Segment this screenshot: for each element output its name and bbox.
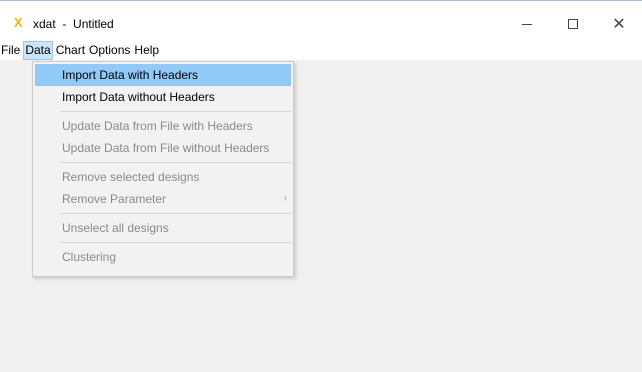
close-icon: ✕ bbox=[612, 14, 626, 33]
maximize-icon bbox=[568, 19, 578, 29]
menu-file[interactable]: File bbox=[0, 41, 21, 60]
menu-bar: File Data Chart Options Help bbox=[0, 41, 642, 60]
menu-chart[interactable]: Chart bbox=[55, 41, 86, 60]
menu-item-label: Remove Parameter bbox=[62, 192, 167, 206]
window-controls: ✕ bbox=[504, 9, 642, 39]
chevron-right-icon: › bbox=[283, 193, 287, 204]
menu-separator bbox=[60, 111, 291, 112]
menu-item-remove-parameter[interactable]: Remove Parameter › bbox=[35, 188, 291, 210]
data-dropdown-menu: Import Data with Headers Import Data wit… bbox=[32, 61, 294, 277]
app-name: xdat bbox=[33, 17, 56, 31]
minimize-icon bbox=[522, 23, 532, 25]
maximize-button[interactable] bbox=[550, 9, 596, 39]
xdat-app-icon: X bbox=[14, 15, 23, 30]
close-button[interactable]: ✕ bbox=[596, 9, 642, 39]
window-title: xdat - Untitled bbox=[33, 17, 114, 31]
menu-help[interactable]: Help bbox=[133, 41, 160, 60]
minimize-button[interactable] bbox=[504, 9, 550, 39]
menu-options[interactable]: Options bbox=[88, 41, 131, 60]
menu-item-update-without-headers[interactable]: Update Data from File without Headers bbox=[35, 137, 291, 159]
app-window: X xdat - Untitled ✕ File Data Chart Opti… bbox=[0, 0, 642, 372]
menu-separator bbox=[60, 242, 291, 243]
document-name: Untitled bbox=[73, 17, 114, 31]
menu-item-unselect-all-designs[interactable]: Unselect all designs bbox=[35, 217, 291, 239]
menu-item-import-with-headers[interactable]: Import Data with Headers bbox=[35, 64, 291, 86]
menu-separator bbox=[60, 213, 291, 214]
menu-item-remove-selected-designs[interactable]: Remove selected designs bbox=[35, 166, 291, 188]
title-separator: - bbox=[62, 17, 67, 31]
menu-item-import-without-headers[interactable]: Import Data without Headers bbox=[35, 86, 291, 108]
menu-data[interactable]: Data bbox=[23, 41, 53, 60]
menu-separator bbox=[60, 162, 291, 163]
title-bar[interactable]: X xdat - Untitled ✕ bbox=[0, 1, 642, 41]
menu-item-clustering[interactable]: Clustering bbox=[35, 246, 291, 268]
menu-item-update-with-headers[interactable]: Update Data from File with Headers bbox=[35, 115, 291, 137]
